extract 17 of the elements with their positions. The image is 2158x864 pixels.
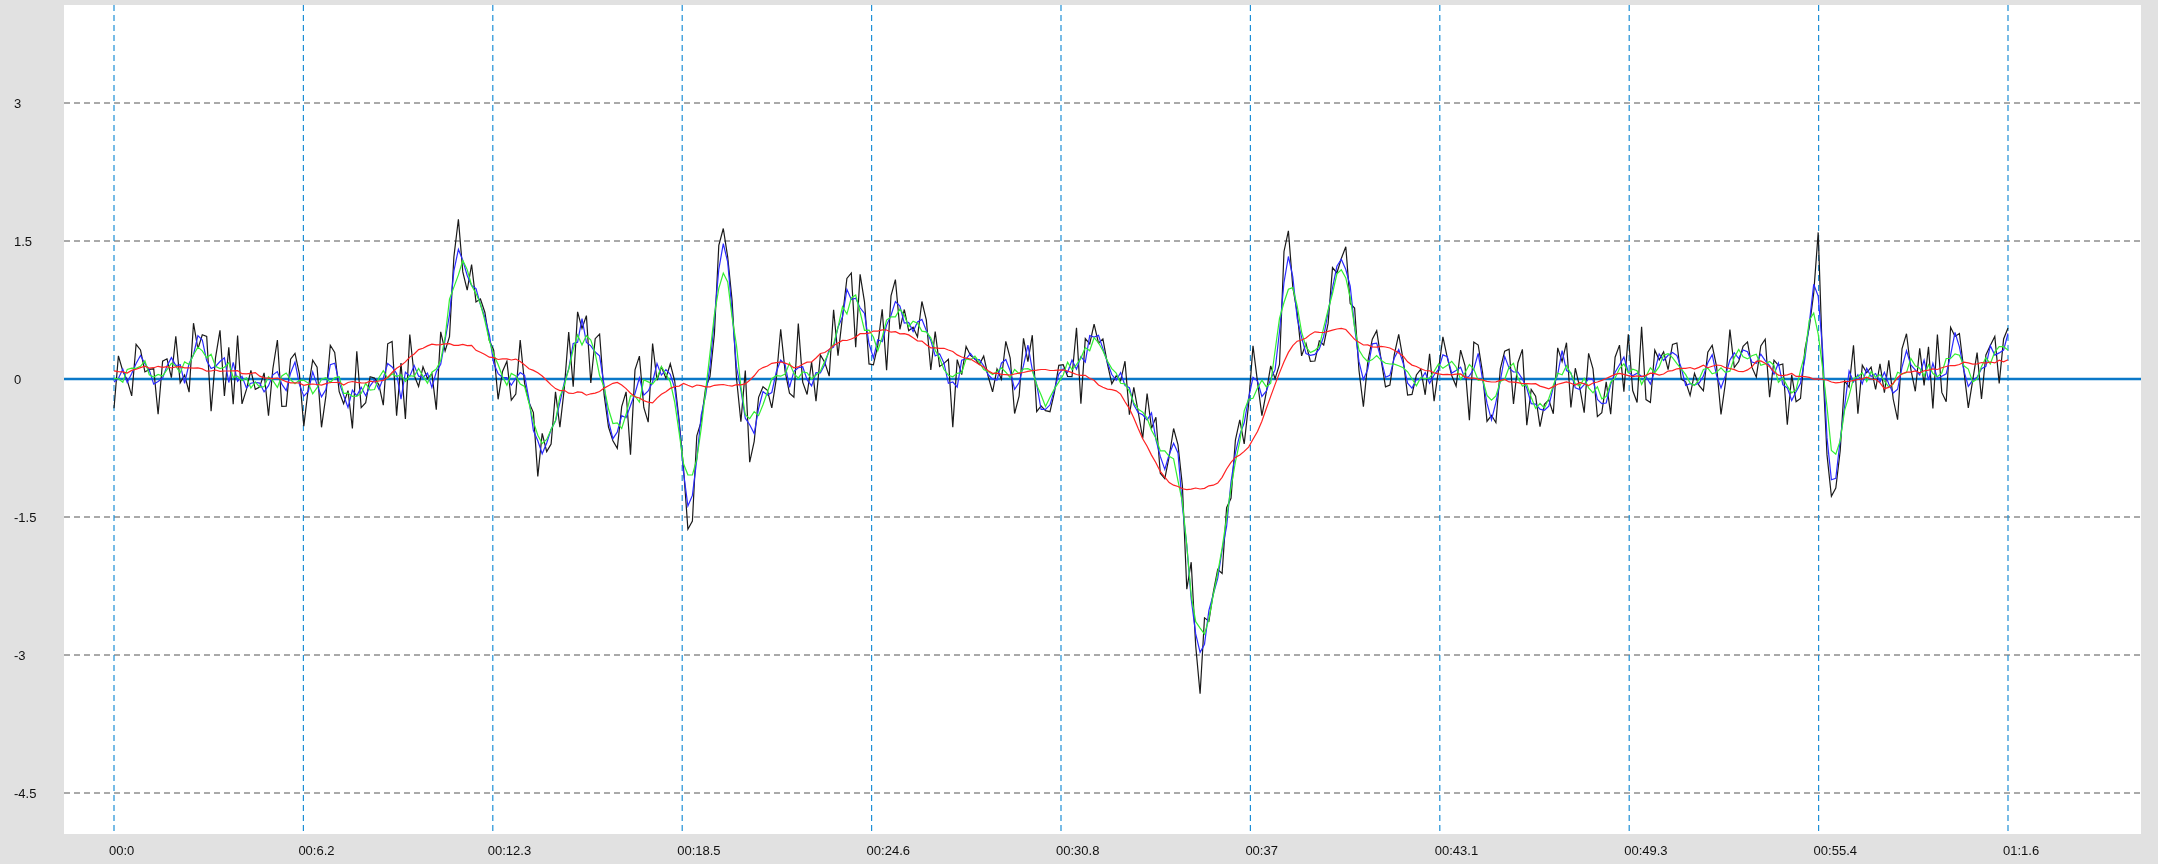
axis-label: 00:37 bbox=[1245, 843, 1278, 858]
axis-label: 3 bbox=[14, 96, 22, 111]
axis-label: 00:43.1 bbox=[1434, 843, 1479, 858]
axis-label: 00:30.8 bbox=[1056, 843, 1100, 858]
axis-label: 00:18.5 bbox=[677, 843, 721, 858]
axis-label: 00:0 bbox=[109, 843, 135, 858]
axis-label: 01:1.6 bbox=[2003, 843, 2040, 858]
axis-label: 00:49.3 bbox=[1624, 843, 1668, 858]
axis-label: -1.5 bbox=[14, 510, 37, 525]
axis-label: 00:12.3 bbox=[487, 843, 532, 858]
axis-label: 00:55.4 bbox=[1813, 843, 1857, 858]
axis-label: -4.5 bbox=[14, 786, 37, 801]
axis-label: 1.5 bbox=[14, 234, 33, 249]
axis-label: -3 bbox=[14, 648, 26, 663]
axis-label: 00:6.2 bbox=[298, 843, 335, 858]
axis-label: 0 bbox=[14, 372, 22, 387]
axis-label: 00:24.6 bbox=[866, 843, 910, 858]
